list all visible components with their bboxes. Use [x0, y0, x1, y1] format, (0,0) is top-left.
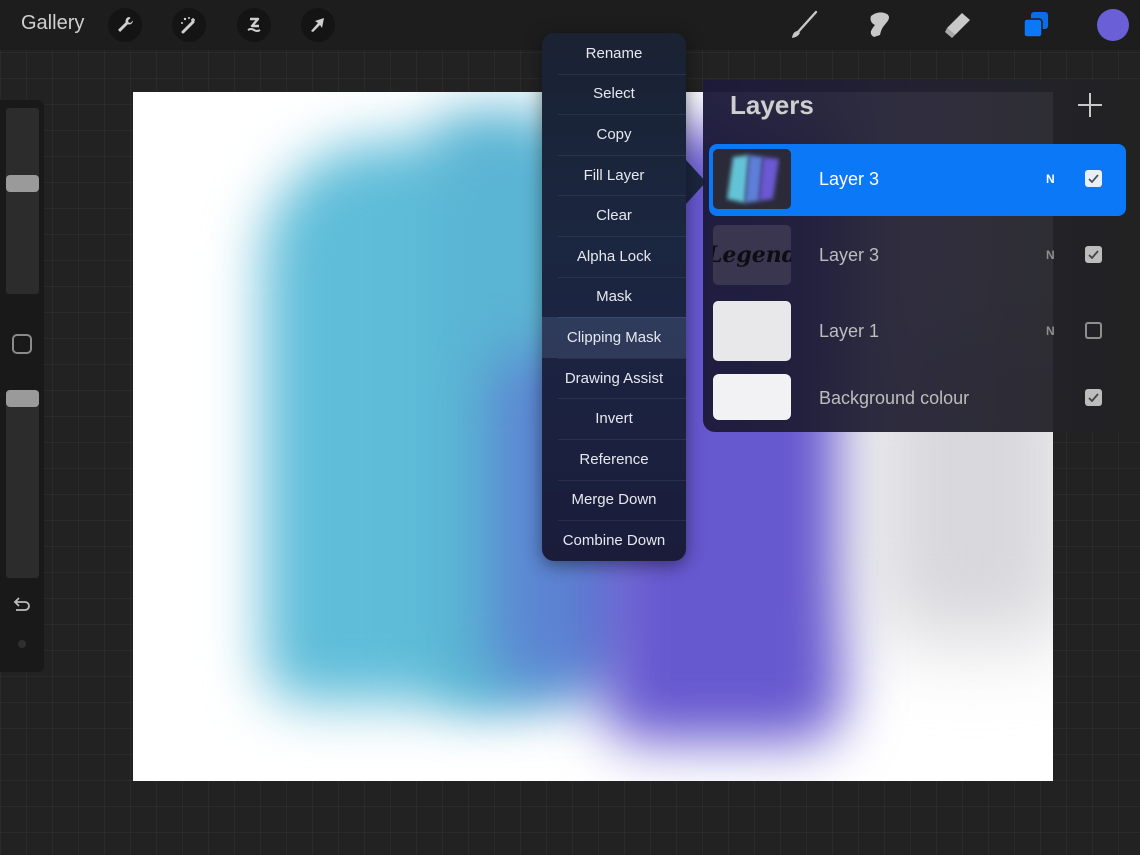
smudge-finger-icon — [861, 8, 895, 42]
opacity-slider[interactable] — [6, 390, 39, 578]
wrench-icon — [115, 15, 135, 35]
menu-item-clear[interactable]: Clear — [542, 195, 686, 236]
menu-item-rename[interactable]: Rename — [542, 33, 686, 74]
layer-row[interactable]: Layer 1 N — [709, 296, 1126, 368]
menu-item-select[interactable]: Select — [542, 73, 686, 115]
smudge-tool-button[interactable] — [858, 6, 898, 44]
brush-size-slider[interactable] — [6, 108, 39, 294]
visibility-checkbox[interactable] — [1085, 389, 1102, 406]
blend-mode-button[interactable]: N — [1046, 324, 1055, 338]
add-layer-button[interactable] — [1077, 92, 1103, 118]
menu-item-clipping-mask[interactable]: Clipping Mask — [542, 317, 686, 358]
redo-button[interactable] — [18, 640, 26, 648]
layers-tool-button[interactable] — [1015, 6, 1055, 44]
menu-item-combine-down[interactable]: Combine Down — [542, 520, 686, 561]
visibility-checkbox[interactable] — [1085, 322, 1102, 339]
checkmark-icon — [1088, 250, 1099, 259]
blend-mode-button[interactable]: N — [1046, 248, 1055, 262]
blend-mode-button[interactable]: N — [1046, 172, 1055, 186]
layer-name[interactable]: Layer 1 — [819, 321, 879, 342]
menu-item-drawing-assist[interactable]: Drawing Assist — [542, 357, 686, 399]
menu-item-invert[interactable]: Invert — [542, 398, 686, 439]
gallery-button[interactable]: Gallery — [21, 12, 84, 35]
checkmark-icon — [1088, 393, 1099, 402]
visibility-checkbox[interactable] — [1085, 246, 1102, 263]
arrow-cursor-icon — [308, 15, 328, 35]
actions-button[interactable] — [108, 8, 142, 42]
layer-thumbnail — [713, 374, 791, 420]
undo-icon — [10, 597, 34, 620]
menu-item-copy[interactable]: Copy — [542, 114, 686, 155]
eraser-icon — [940, 8, 974, 42]
layer-thumbnail — [713, 301, 791, 361]
brush-size-thumb[interactable] — [6, 175, 39, 192]
checkmark-icon — [1088, 174, 1099, 183]
layer-thumbnail: Legend — [713, 225, 791, 285]
layer-options-menu: Rename Select Copy Fill Layer Clear Alph… — [542, 33, 686, 561]
undo-button[interactable] — [10, 596, 34, 616]
left-sidebar — [0, 100, 44, 672]
layer-name[interactable]: Layer 3 — [819, 245, 879, 266]
adjustments-button[interactable] — [172, 8, 206, 42]
layers-title: Layers — [730, 90, 814, 120]
legend-lettering-thumbnail: Legend — [713, 242, 791, 268]
brush-tool-button[interactable] — [782, 6, 822, 44]
layers-icon — [1018, 8, 1052, 42]
transform-button[interactable] — [301, 8, 335, 42]
selection-s-icon — [244, 15, 264, 35]
menu-item-reference[interactable]: Reference — [542, 438, 686, 480]
magic-wand-icon — [179, 15, 199, 35]
menu-item-merge-down[interactable]: Merge Down — [542, 479, 686, 521]
opacity-thumb[interactable] — [6, 390, 39, 407]
modify-button[interactable] — [12, 334, 32, 354]
layers-panel: Layers Layer 3 N Legend Layer 3 N La — [703, 80, 1140, 432]
layer-name[interactable]: Layer 3 — [819, 169, 879, 190]
eraser-tool-button[interactable] — [937, 6, 977, 44]
layer-row[interactable]: Layer 3 N — [709, 144, 1126, 216]
visibility-checkbox[interactable] — [1085, 170, 1102, 187]
selection-button[interactable] — [237, 8, 271, 42]
menu-item-alpha-lock[interactable]: Alpha Lock — [542, 235, 686, 277]
layer-row[interactable]: Legend Layer 3 N — [709, 220, 1126, 292]
layer-row-background[interactable]: Background colour — [709, 366, 1126, 426]
menu-item-fill-layer[interactable]: Fill Layer — [542, 154, 686, 196]
color-picker-button[interactable] — [1097, 9, 1129, 41]
menu-item-mask[interactable]: Mask — [542, 276, 686, 318]
brush-icon — [785, 8, 819, 42]
layer-thumbnail — [713, 149, 791, 209]
layer-name[interactable]: Background colour — [819, 388, 969, 409]
blue-purple-strokes-thumbnail — [727, 155, 779, 203]
